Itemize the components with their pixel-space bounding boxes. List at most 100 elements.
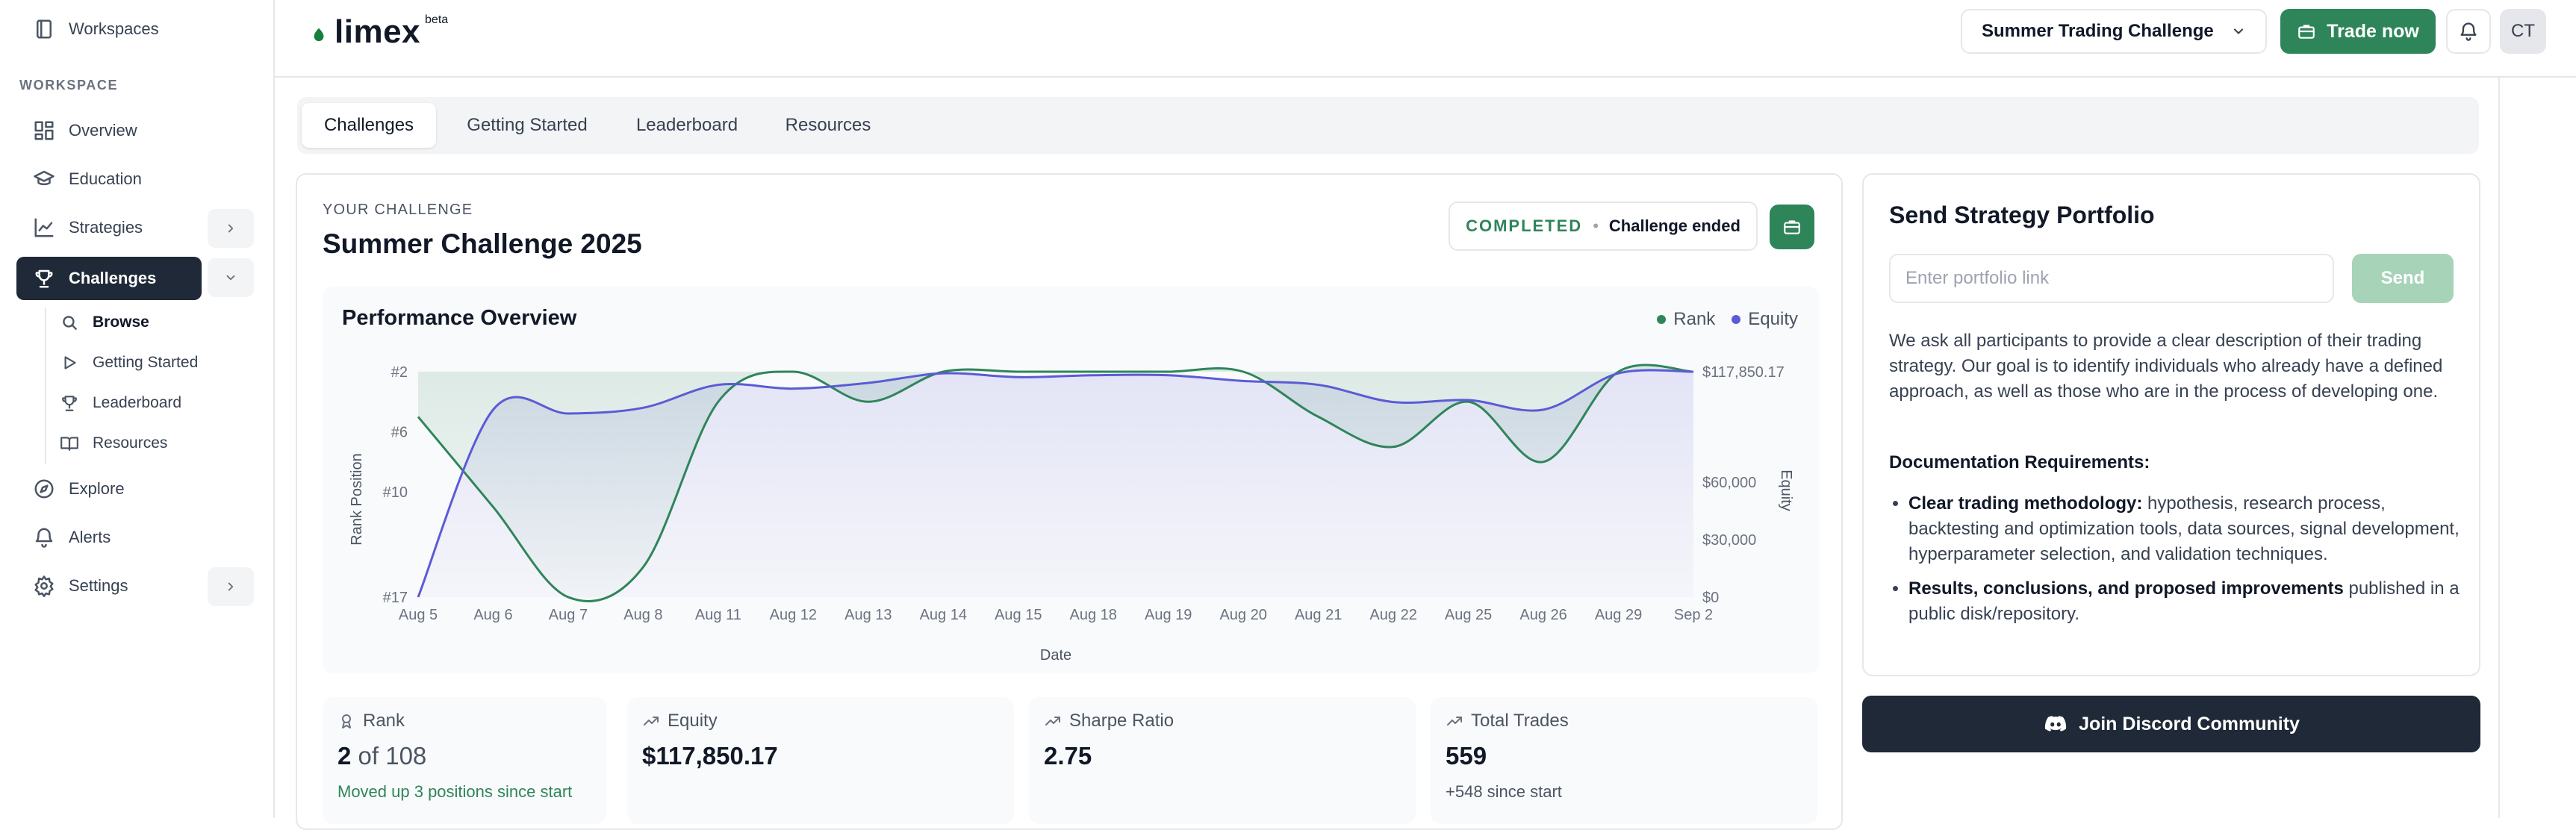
- trending-up-icon: [1446, 712, 1463, 730]
- stat-value: 2 of 108: [337, 742, 426, 770]
- trophy-icon: [60, 393, 79, 413]
- challenge-title: Summer Challenge 2025: [323, 228, 642, 259]
- graduation-cap-icon: [33, 168, 55, 190]
- sidebar-item-overview[interactable]: Overview: [33, 119, 137, 142]
- line-chart-icon: [33, 216, 55, 239]
- rank-tick-label: #10: [383, 484, 408, 501]
- subitem-label: Browse: [93, 313, 149, 331]
- discord-label: Join Discord Community: [2079, 713, 2300, 734]
- x-tick-label: Aug 22: [1369, 607, 1416, 623]
- challenge-selector-value: Summer Trading Challenge: [1982, 21, 2214, 41]
- stat-value: $117,850.17: [642, 742, 778, 770]
- portfolio-title: Send Strategy Portfolio: [1889, 202, 2155, 228]
- sidebar-item-label: Overview: [69, 121, 137, 140]
- sidebar-subitem-browse[interactable]: Browse: [60, 313, 149, 332]
- tab-leaderboard[interactable]: Leaderboard: [620, 103, 754, 148]
- sidebar-item-challenges[interactable]: Challenges: [16, 257, 202, 300]
- chevron-down-icon: [2231, 24, 2246, 39]
- stat-value: 2.75: [1044, 742, 1092, 770]
- documentation-heading: Documentation Requirements:: [1889, 452, 2150, 472]
- sidebar-subitem-leaderboard[interactable]: Leaderboard: [60, 393, 181, 413]
- challenge-eyebrow: YOUR CHALLENGE: [323, 202, 473, 218]
- leaf-icon: [311, 26, 327, 43]
- stat-sub: Moved up 3 positions since start: [337, 782, 573, 801]
- join-discord-button[interactable]: Join Discord Community: [1862, 696, 2480, 752]
- rank-tick-label: #6: [391, 425, 408, 441]
- challenge-selector[interactable]: Summer Trading Challenge: [1961, 9, 2267, 54]
- sidebar-item-alerts[interactable]: Alerts: [33, 526, 111, 549]
- sidebar-subitem-resources[interactable]: Resources: [60, 434, 167, 453]
- subitem-label: Resources: [93, 434, 168, 452]
- book-open-icon: [60, 434, 79, 453]
- performance-panel: Performance Overview Rank Equity #2 #6 #10…: [323, 287, 1819, 673]
- challenge-action-button[interactable]: [1770, 205, 1814, 249]
- sidebar-item-explore[interactable]: Explore: [33, 478, 125, 500]
- equity-tick-label: $60,000: [1702, 475, 1756, 491]
- subitem-label: Leaderboard: [93, 394, 182, 411]
- rank-total: of 108: [358, 742, 427, 770]
- x-tick-label: Sep 2: [1674, 607, 1713, 623]
- limex-logo[interactable]: limex beta: [311, 13, 448, 51]
- stat-label: Rank: [363, 711, 405, 731]
- tab-resources[interactable]: Resources: [765, 103, 892, 148]
- strategies-expand-button[interactable]: [208, 209, 254, 248]
- equity-tick-label: $30,000: [1702, 532, 1756, 549]
- status-detail: Challenge ended: [1608, 216, 1740, 235]
- x-tick-label: Aug 6: [473, 607, 512, 623]
- x-tick-label: Aug 20: [1219, 607, 1266, 623]
- portfolio-description: We ask all participants to provide a cle…: [1889, 331, 2443, 402]
- x-tick-label: Aug 19: [1145, 607, 1192, 623]
- trophy-icon: [33, 267, 55, 290]
- status-text: COMPLETED: [1466, 216, 1583, 235]
- workspaces-label: Workspaces: [69, 19, 159, 38]
- chevron-right-icon: [224, 222, 237, 235]
- trending-up-icon: [1044, 712, 1062, 730]
- right-axis-title: Equity: [1778, 469, 1794, 511]
- x-tick-label: Aug 7: [549, 607, 588, 623]
- portfolio-link-input[interactable]: [1889, 254, 2334, 303]
- sidebar-item-label: Alerts: [69, 528, 111, 546]
- subitem-label: Getting Started: [93, 354, 199, 371]
- workspaces-link[interactable]: Workspaces: [33, 18, 159, 40]
- x-tick-label: Aug 13: [844, 607, 892, 623]
- sidebar-item-label: Strategies: [69, 218, 143, 237]
- challenge-card: YOUR CHALLENGE Summer Challenge 2025 COM…: [296, 173, 1843, 830]
- challenges-collapse-button[interactable]: [208, 258, 254, 297]
- tab-getting-started[interactable]: Getting Started: [447, 103, 608, 148]
- performance-chart[interactable]: #2 #6 #10 #17 $117,850.17 $60,000 $30,000 $0 Aug…: [323, 287, 1819, 673]
- notebook-icon: [33, 18, 55, 40]
- requirement-title: Clear trading methodology:: [1908, 493, 2143, 514]
- divider: [2498, 76, 2500, 818]
- tab-challenges[interactable]: Challenges: [302, 103, 436, 148]
- stat-head: Total Trades: [1446, 711, 1569, 731]
- sidebar-subitem-getting-started[interactable]: Getting Started: [60, 353, 198, 372]
- sidebar-item-strategies[interactable]: Strategies: [33, 216, 143, 239]
- compass-icon: [33, 478, 55, 500]
- rank-tick-label: #2: [391, 364, 408, 381]
- stat-sub: +548 since start: [1446, 782, 1562, 801]
- section-label: WORKSPACE: [19, 78, 119, 93]
- sidebar-item-education[interactable]: Education: [33, 168, 142, 190]
- x-tick-label: Aug 14: [920, 607, 967, 623]
- x-axis-title: Date: [1040, 647, 1071, 664]
- equity-tick-label: $117,850.17: [1702, 364, 1785, 381]
- stat-card-trades: Total Trades 559 +548 since start: [1431, 697, 1817, 824]
- stat-label: Equity: [668, 711, 718, 731]
- x-tick-label: Aug 11: [695, 607, 741, 623]
- settings-expand-button[interactable]: [208, 567, 254, 606]
- grid-icon: [33, 119, 55, 142]
- stat-label: Sharpe Ratio: [1069, 711, 1175, 731]
- stat-head: Sharpe Ratio: [1044, 711, 1174, 731]
- avatar[interactable]: CT: [2500, 9, 2546, 54]
- trade-now-button[interactable]: Trade now: [2280, 9, 2436, 54]
- stat-card-rank: Rank 2 of 108 Moved up 3 positions since…: [323, 697, 606, 824]
- sidebar-item-settings[interactable]: Settings: [33, 575, 128, 597]
- portfolio-card: Send Strategy Portfolio Send We ask all …: [1862, 173, 2480, 676]
- x-tick-label: Aug 21: [1295, 607, 1342, 623]
- discord-icon: [2043, 711, 2068, 737]
- list-item: Clear trading methodology: hypothesis, r…: [1908, 491, 2476, 567]
- search-icon: [60, 313, 79, 332]
- requirements-list: Clear trading methodology: hypothesis, r…: [1889, 491, 2476, 636]
- send-button[interactable]: Send: [2352, 254, 2454, 303]
- notifications-button[interactable]: [2446, 9, 2491, 54]
